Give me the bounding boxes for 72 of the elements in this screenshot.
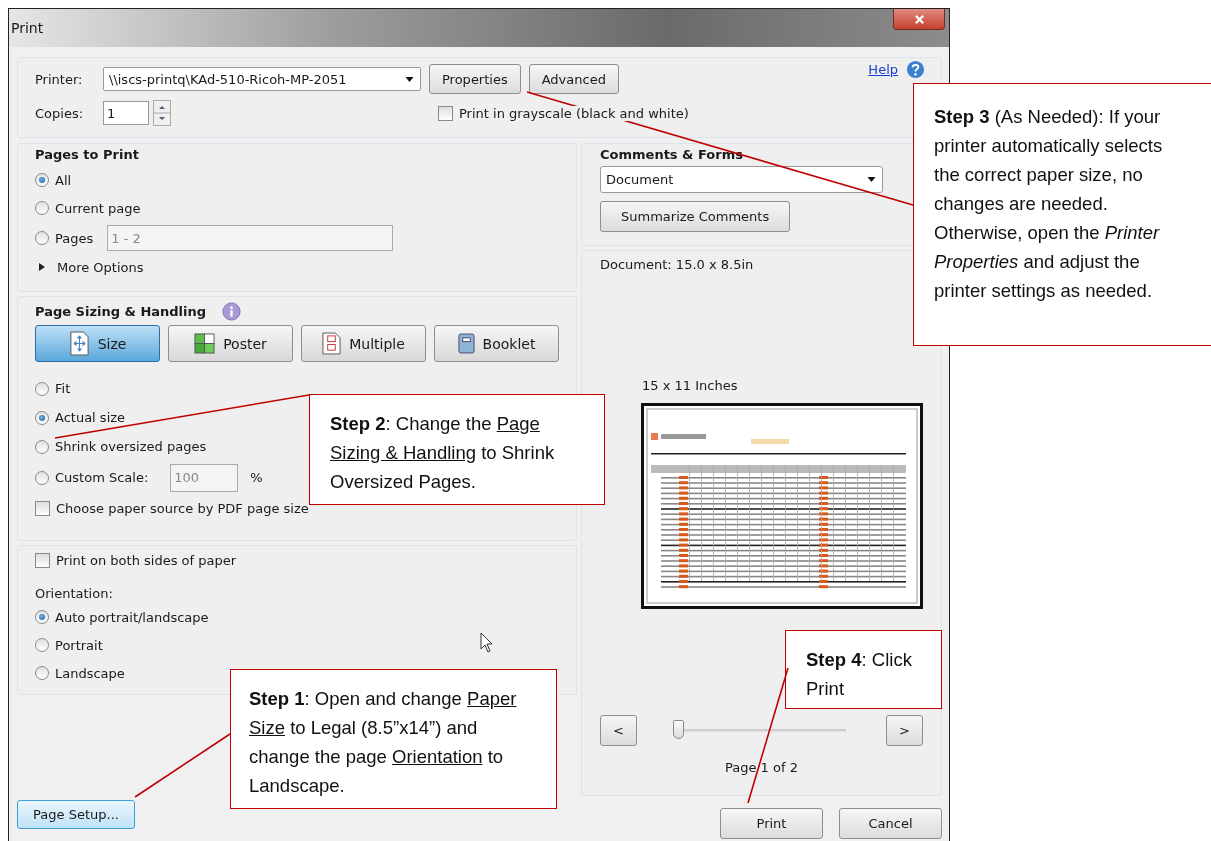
radio-label[interactable]: Landscape bbox=[55, 665, 125, 681]
section-title: Pages to Print bbox=[35, 147, 140, 162]
next-page-button[interactable]: > bbox=[886, 715, 923, 746]
callout-note: Step 4: Click Print bbox=[785, 630, 942, 709]
summarize-button[interactable]: Summarize Comments bbox=[600, 201, 791, 232]
printer-dropdown[interactable]: \\iscs-printq\KAd-510-Ricoh-MP-2051 bbox=[103, 67, 421, 91]
page-setup-button[interactable]: Page Setup... bbox=[17, 800, 135, 829]
radio-button[interactable] bbox=[35, 173, 49, 187]
unit-label: % bbox=[250, 470, 263, 485]
radio-button[interactable] bbox=[35, 638, 49, 652]
checkbox-label[interactable]: Print on both sides of paper bbox=[56, 552, 237, 568]
callout-note: Step 3 (As Needed): If your printer automatically selects the correct paper size, no changes are needed. Otherwise, open the Printer Properties and adjust the printer settings as needed. bbox=[913, 83, 1211, 346]
mode-button[interactable]: Booklet bbox=[434, 325, 559, 362]
radio-button[interactable] bbox=[35, 470, 49, 485]
dialog-button[interactable]: Advanced bbox=[528, 64, 619, 94]
mouse-cursor-icon bbox=[480, 632, 494, 654]
radio-label[interactable]: Pages bbox=[55, 230, 94, 246]
checkbox[interactable] bbox=[35, 552, 50, 568]
checkbox[interactable] bbox=[35, 501, 50, 516]
radio-button[interactable] bbox=[35, 231, 49, 245]
slider-thumb[interactable] bbox=[673, 720, 684, 739]
radio-label[interactable]: Actual size bbox=[55, 410, 126, 425]
window-title: Print bbox=[11, 20, 44, 36]
previous-page-button[interactable]: < bbox=[600, 715, 637, 746]
callout-note: Step 1: Open and change Paper Size to Legal (8.5”x14”) and change the page Orientation to Landscape. bbox=[230, 669, 557, 809]
radio-button[interactable] bbox=[35, 381, 49, 396]
page-indicator: Page 1 of 2 bbox=[724, 760, 799, 775]
expand-icon[interactable] bbox=[39, 263, 45, 271]
radio-label[interactable]: Auto portrait/landscape bbox=[55, 609, 209, 625]
radio-label[interactable]: Shrink oversized pages bbox=[55, 439, 207, 454]
callout-note: Step 2: Change the Page Sizing & Handling to Shrink Oversized Pages. bbox=[309, 394, 605, 505]
section-title: Page Sizing & Handling bbox=[35, 304, 207, 319]
more-options-link[interactable]: More Options bbox=[57, 259, 144, 275]
help-link[interactable]: Help bbox=[868, 62, 898, 77]
caret-icon bbox=[867, 177, 876, 182]
radio-button[interactable] bbox=[35, 439, 49, 454]
radio-button[interactable] bbox=[35, 410, 49, 425]
radio-label[interactable]: Portrait bbox=[55, 637, 103, 653]
orientation-label: Orientation: bbox=[35, 586, 114, 601]
pages-icon bbox=[322, 332, 342, 355]
radio-button[interactable] bbox=[35, 201, 49, 215]
mode-button[interactable]: Size bbox=[35, 325, 160, 362]
radio-label[interactable]: Custom Scale: bbox=[55, 470, 149, 485]
close-icon bbox=[913, 13, 925, 25]
mode-button[interactable]: Multiple bbox=[301, 325, 426, 362]
copies-field[interactable]: 1 bbox=[103, 101, 149, 125]
copies-spinner[interactable] bbox=[153, 100, 171, 126]
page-arrows-icon bbox=[68, 331, 90, 356]
radio-label[interactable]: Current page bbox=[55, 200, 141, 216]
printer-label: Printer: bbox=[35, 71, 84, 87]
dialog-button[interactable]: Print bbox=[720, 808, 823, 839]
copies-label: Copies: bbox=[35, 105, 85, 121]
caret-icon bbox=[405, 76, 414, 82]
close-button[interactable] bbox=[893, 9, 945, 30]
document-size: Document: 15.0 x 8.5in bbox=[600, 257, 755, 272]
checkbox[interactable] bbox=[438, 105, 453, 121]
checkbox-label[interactable]: Choose paper source by PDF page size bbox=[56, 501, 309, 516]
radio-label[interactable]: Fit bbox=[55, 381, 71, 396]
tiles-icon bbox=[194, 333, 216, 354]
sheet-size: 15 x 11 Inches bbox=[642, 378, 739, 393]
section-title: Comments & Forms bbox=[600, 147, 744, 162]
help-icon[interactable] bbox=[906, 60, 925, 79]
dialog-button[interactable]: Cancel bbox=[839, 808, 942, 839]
dialog-button[interactable]: Properties bbox=[429, 64, 521, 94]
radio-button[interactable] bbox=[35, 666, 49, 680]
checkbox-label[interactable]: Print in grayscale (black and white) bbox=[459, 105, 689, 121]
radio-label[interactable]: All bbox=[55, 172, 72, 188]
radio-button[interactable] bbox=[35, 610, 49, 624]
booklet-icon bbox=[457, 333, 475, 354]
info-icon[interactable] bbox=[222, 302, 242, 321]
comments-dropdown[interactable]: Document bbox=[600, 166, 883, 193]
mode-button[interactable]: Poster bbox=[168, 325, 293, 362]
